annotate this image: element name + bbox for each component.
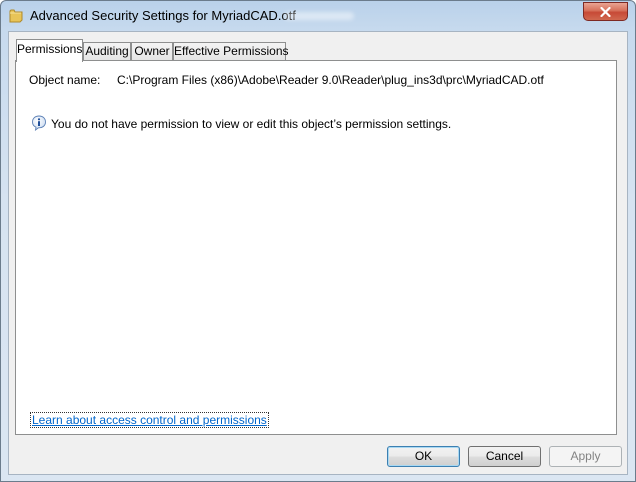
cancel-button[interactable]: Cancel [468, 446, 541, 467]
permissions-tab-panel: Object name: C:\Program Files (x86)\Adob… [15, 60, 617, 435]
tab-auditing-label: Auditing [85, 44, 129, 58]
learn-access-control-link[interactable]: Learn about access control and permissio… [30, 412, 269, 428]
info-icon [31, 115, 47, 132]
object-name-label: Object name: [29, 73, 101, 87]
dialog-client-area: Permissions Auditing Owner Effective Per… [8, 31, 628, 475]
tab-owner[interactable]: Owner [131, 42, 173, 61]
tab-auditing[interactable]: Auditing [83, 42, 131, 61]
title-bar[interactable]: Advanced Security Settings for MyriadCAD… [1, 1, 635, 31]
folder-icon [9, 8, 23, 23]
tab-effective-permissions-label: Effective Permissions [174, 44, 289, 58]
security-settings-window: Advanced Security Settings for MyriadCAD… [0, 0, 636, 482]
ok-button[interactable]: OK [387, 446, 460, 467]
title-blur [284, 12, 354, 20]
object-name-value: C:\Program Files (x86)\Adobe\Reader 9.0\… [117, 73, 544, 87]
close-icon [600, 7, 611, 17]
tab-permissions-label: Permissions [17, 42, 83, 56]
window-title: Advanced Security Settings for MyriadCAD… [30, 8, 296, 23]
tab-effective-permissions[interactable]: Effective Permissions [173, 42, 289, 61]
close-button[interactable] [583, 2, 628, 21]
tab-owner-label: Owner [134, 44, 170, 58]
no-permission-message: You do not have permission to view or ed… [51, 117, 452, 131]
tab-permissions[interactable]: Permissions [16, 39, 83, 62]
apply-button[interactable]: Apply [549, 446, 622, 467]
